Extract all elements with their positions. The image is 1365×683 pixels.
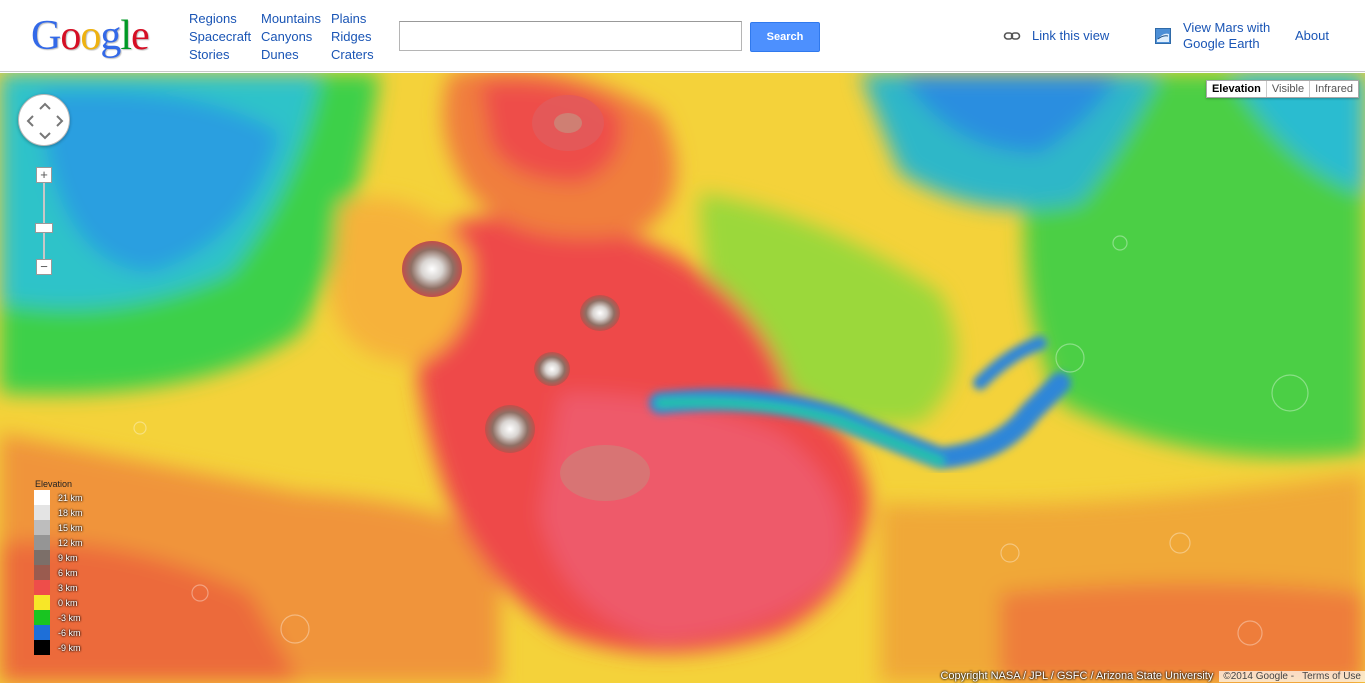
link-this-view[interactable]: Link this view <box>1032 28 1109 44</box>
logo-letter: l <box>120 13 132 59</box>
legend-entry: 15 km <box>34 520 90 535</box>
legend-swatch <box>34 565 50 580</box>
pavonis-mons <box>534 352 570 386</box>
legend-label: 9 km <box>58 552 78 563</box>
legend-swatch <box>34 505 50 520</box>
legend-swatch <box>34 640 50 655</box>
legend-entry: 3 km <box>34 580 90 595</box>
logo-letter: G <box>31 13 61 59</box>
legend-swatch <box>34 580 50 595</box>
legend-swatch <box>34 535 50 550</box>
nav-link-ridges[interactable]: Ridges <box>331 28 374 46</box>
nav-link-spacecraft[interactable]: Spacecraft <box>189 28 251 46</box>
zoom-out-button[interactable]: − <box>36 259 52 275</box>
arsia-mons <box>485 405 535 453</box>
legend-label: 18 km <box>58 507 83 518</box>
legend-entry: 6 km <box>34 565 90 580</box>
nav-column-1: Regions Spacecraft Stories <box>189 10 251 64</box>
legend-label: -3 km <box>58 612 81 623</box>
nav-link-stories[interactable]: Stories <box>189 46 251 64</box>
view-google-earth-link[interactable]: View Mars with Google Earth <box>1183 20 1283 52</box>
legend-swatch <box>34 550 50 565</box>
ascraeus-mons <box>580 295 620 331</box>
legend-label: 15 km <box>58 522 83 533</box>
nav-link-craters[interactable]: Craters <box>331 46 374 64</box>
nav-column-2: Mountains Canyons Dunes <box>261 10 321 64</box>
olympus-mons <box>402 241 462 297</box>
logo-letter: o <box>80 13 101 59</box>
elevation-legend: Elevation 21 km 18 km 15 km 12 km 9 km 6 km 3 … <box>34 479 90 655</box>
nav-link-canyons[interactable]: Canyons <box>261 28 321 46</box>
legend-label: 12 km <box>58 537 83 548</box>
map-type-elevation[interactable]: Elevation <box>1207 81 1266 97</box>
legend-swatch <box>34 490 50 505</box>
legend-label: -6 km <box>58 627 81 638</box>
legend-label: 21 km <box>58 492 83 503</box>
logo-letter: g <box>100 13 121 59</box>
zoom-in-button[interactable]: + <box>36 167 52 183</box>
legend-swatch <box>34 625 50 640</box>
link-icon[interactable] <box>1003 30 1021 42</box>
pan-arrows-icon <box>26 102 64 140</box>
legend-entry: -6 km <box>34 625 90 640</box>
legend-entry: 0 km <box>34 595 90 610</box>
legend-entry: 9 km <box>34 550 90 565</box>
search-button[interactable]: Search <box>750 22 820 52</box>
zoom-slider-handle[interactable] <box>35 223 53 233</box>
legend-swatch <box>34 595 50 610</box>
legend-title: Elevation <box>35 479 73 489</box>
legend-entry: -3 km <box>34 610 90 625</box>
top-bar: Google Regions Spacecraft Stories Mounta… <box>0 0 1365 72</box>
legend-entry: -9 km <box>34 640 90 655</box>
legend-swatch <box>34 610 50 625</box>
legend-label: 0 km <box>58 597 78 608</box>
mars-map[interactable]: Elevation Visible Infrared + − Elevation… <box>0 73 1365 683</box>
pan-control[interactable] <box>18 94 70 146</box>
map-type-infrared[interactable]: Infrared <box>1309 81 1358 97</box>
google-copyright: ©2014 Google - <box>1219 670 1299 682</box>
legend-swatch <box>34 520 50 535</box>
terms-of-use-link[interactable]: Terms of Use <box>1298 670 1365 682</box>
legend-entry: 18 km <box>34 505 90 520</box>
logo-letter: o <box>60 13 81 59</box>
nav-link-mountains[interactable]: Mountains <box>261 10 321 28</box>
legend-label: 3 km <box>58 582 78 593</box>
about-link[interactable]: About <box>1295 28 1329 44</box>
search-input[interactable] <box>399 21 742 51</box>
map-type-visible[interactable]: Visible <box>1265 81 1309 97</box>
google-logo[interactable]: Google <box>31 12 150 60</box>
google-earth-icon[interactable] <box>1155 28 1171 44</box>
copyright-text: Copyright NASA / JPL / GSFC / Arizona St… <box>940 670 1214 682</box>
nav-link-dunes[interactable]: Dunes <box>261 46 321 64</box>
legend-label: 6 km <box>58 567 78 578</box>
nav-link-regions[interactable]: Regions <box>189 10 251 28</box>
nav-link-plains[interactable]: Plains <box>331 10 374 28</box>
elevation-terrain <box>0 73 1365 683</box>
legend-label: -9 km <box>58 642 81 653</box>
nav-column-3: Plains Ridges Craters <box>331 10 374 64</box>
logo-letter: e <box>131 13 150 59</box>
map-type-selector: Elevation Visible Infrared <box>1205 80 1359 98</box>
legend-entry: 21 km <box>34 490 90 505</box>
legend-entry: 12 km <box>34 535 90 550</box>
map-footer: Copyright NASA / JPL / GSFC / Arizona St… <box>940 669 1365 683</box>
